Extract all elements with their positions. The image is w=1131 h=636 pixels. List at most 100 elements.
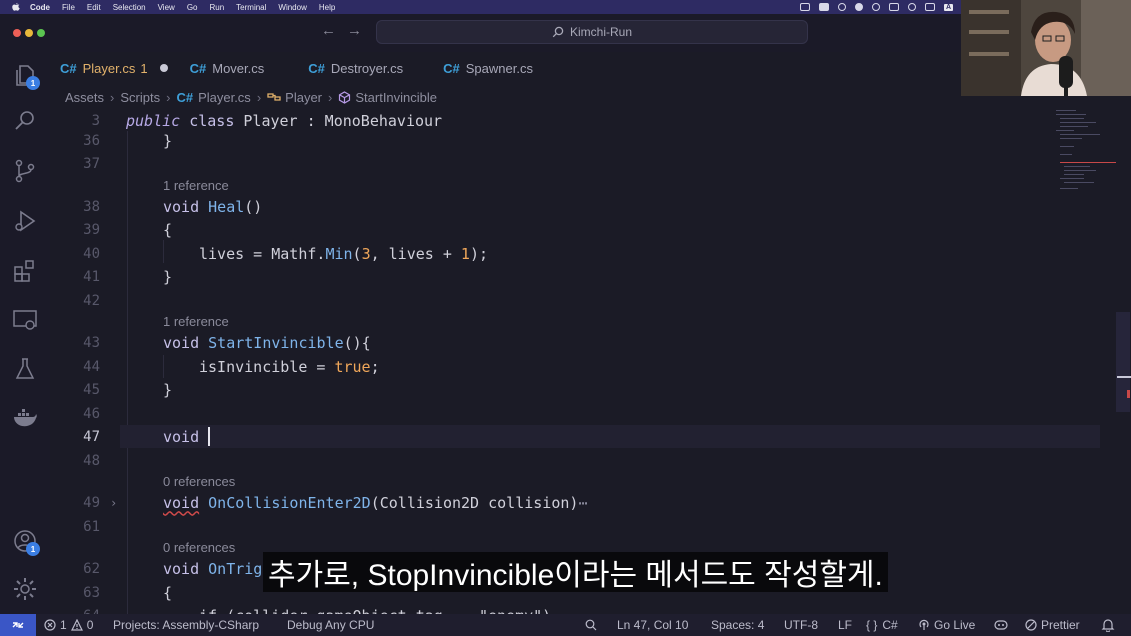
menu-edit[interactable]: Edit <box>87 3 101 12</box>
location-icon[interactable] <box>871 3 880 11</box>
breadcrumb-scripts[interactable]: Scripts <box>120 90 160 105</box>
menu-run[interactable]: Run <box>209 3 224 12</box>
docker-icon[interactable] <box>12 404 38 430</box>
language-mode[interactable]: { } C# <box>866 614 898 636</box>
zoom-window-button[interactable] <box>37 29 45 37</box>
zoom-icon[interactable] <box>585 619 597 631</box>
token-function: Min <box>325 244 353 263</box>
tab-destroyer-cs[interactable]: C# Destroyer.cs <box>298 52 413 84</box>
codelens-references[interactable]: 1 reference <box>163 178 229 193</box>
minimap[interactable] <box>1052 108 1116 198</box>
breadcrumb-assets[interactable]: Assets <box>65 90 104 105</box>
text-cursor <box>208 427 211 446</box>
codelens-references[interactable]: 0 references <box>163 540 235 555</box>
run-debug-icon[interactable] <box>12 208 38 234</box>
tab-mover-cs[interactable]: C# Mover.cs <box>180 52 275 84</box>
menu-file[interactable]: File <box>62 3 75 12</box>
broadcast-icon <box>919 619 929 630</box>
token-text: lives = Mathf. <box>199 244 326 263</box>
prettier-indicator[interactable]: Prettier <box>1025 614 1080 636</box>
cursor-position[interactable]: Ln 47, Col 10 <box>617 614 688 636</box>
codelens-references[interactable]: 1 reference <box>163 314 229 329</box>
braces-icon: { } <box>866 618 878 632</box>
close-window-button[interactable] <box>13 29 21 37</box>
creative-cloud-icon[interactable] <box>837 3 846 11</box>
menu-window[interactable]: Window <box>278 3 306 12</box>
gear-icon[interactable] <box>12 576 38 602</box>
token-punct: ; <box>370 357 380 376</box>
line-text: { <box>163 583 173 602</box>
minimize-window-button[interactable] <box>25 29 33 37</box>
menu-help[interactable]: Help <box>319 3 335 12</box>
token-text: Player : MonoBehaviour <box>234 111 443 130</box>
breadcrumb-file[interactable]: Player.cs <box>198 90 251 105</box>
fold-chevron-icon[interactable]: › <box>110 496 117 510</box>
breadcrumb: Assets › Scripts › C# Player.cs › Player… <box>65 86 437 108</box>
debug-config-indicator[interactable]: Debug Any CPU <box>287 614 374 636</box>
code-editor[interactable]: 3 public class Player : MonoBehaviour 36… <box>50 108 1131 625</box>
token-keyword: void <box>163 493 200 512</box>
display-icon[interactable] <box>818 3 829 11</box>
tab-spawner-cs[interactable]: C# Spawner.cs <box>433 52 543 84</box>
menu-terminal[interactable]: Terminal <box>236 3 266 12</box>
tab-problem-count: 1 <box>140 60 148 76</box>
go-live-button[interactable]: Go Live <box>918 614 975 636</box>
breadcrumb-class[interactable]: Player <box>285 90 322 105</box>
bluetooth-icon[interactable] <box>907 3 916 11</box>
line-number: 39 <box>83 221 100 238</box>
apple-icon[interactable] <box>10 2 22 12</box>
forward-arrow-icon[interactable]: → <box>347 22 362 39</box>
input-source-indicator[interactable]: A <box>943 3 953 11</box>
copilot-icon[interactable] <box>994 619 1008 631</box>
token-keyword: void <box>163 428 200 446</box>
go-live-label: Go Live <box>934 618 976 632</box>
unsaved-dot-icon[interactable] <box>159 64 168 72</box>
warning-icon <box>70 619 83 631</box>
menu-selection[interactable]: Selection <box>113 3 146 12</box>
projects-indicator[interactable]: Projects: Assembly-CSharp <box>113 614 259 636</box>
search-icon[interactable] <box>12 108 38 134</box>
bell-icon[interactable] <box>1101 618 1115 632</box>
app-status-icon[interactable] <box>854 3 863 11</box>
remote-indicator[interactable] <box>0 614 36 636</box>
token-keyword: void <box>163 559 200 578</box>
remote-explorer-icon[interactable] <box>12 307 38 333</box>
token-punct: (){ <box>343 333 371 352</box>
breadcrumb-method[interactable]: StartInvincible <box>355 90 437 105</box>
screen-record-icon[interactable] <box>799 3 810 11</box>
line-number: 43 <box>83 334 100 351</box>
token-text: , lives + <box>370 244 461 263</box>
code-line: 37 <box>50 152 1050 175</box>
token-punct: ( <box>352 244 362 263</box>
error-icon <box>44 619 56 631</box>
testing-flask-icon[interactable] <box>12 356 38 382</box>
codelens-references[interactable]: 0 references <box>163 474 235 489</box>
tab-label: Spawner.cs <box>465 60 533 76</box>
command-center-search[interactable]: Kimchi-Run <box>376 20 808 44</box>
line-number: 48 <box>83 452 100 469</box>
token-text: (Collision2D collision) <box>370 493 579 512</box>
back-arrow-icon[interactable]: ← <box>321 22 336 39</box>
indentation-indicator[interactable]: Spaces: 4 <box>711 614 764 636</box>
chevron-right-icon: › <box>110 89 115 105</box>
line-number: 41 <box>83 268 100 285</box>
eol-indicator[interactable]: LF <box>838 614 852 636</box>
menu-code[interactable]: Code <box>30 3 50 12</box>
problems-indicator[interactable]: 1 0 <box>44 614 93 636</box>
class-symbol-icon <box>267 93 281 101</box>
token-keyword: void <box>163 197 200 216</box>
menu-view[interactable]: View <box>158 3 175 12</box>
encoding-indicator[interactable]: UTF-8 <box>784 614 818 636</box>
line-text: { <box>163 220 173 239</box>
code-line: 38 void Heal() <box>50 195 1050 218</box>
line-text: isInvincible = true; <box>199 358 380 376</box>
csharp-file-icon: C# <box>60 60 77 76</box>
folded-ellipsis-icon[interactable]: ⋯ <box>578 494 587 512</box>
wifi-icon[interactable] <box>924 3 935 11</box>
tab-player-cs[interactable]: C# Player.cs 1 <box>50 52 178 84</box>
volume-icon[interactable] <box>888 3 899 11</box>
menu-go[interactable]: Go <box>187 3 198 12</box>
extensions-icon[interactable] <box>12 257 38 283</box>
source-control-icon[interactable] <box>12 158 38 184</box>
csharp-file-icon: C# <box>308 60 325 76</box>
